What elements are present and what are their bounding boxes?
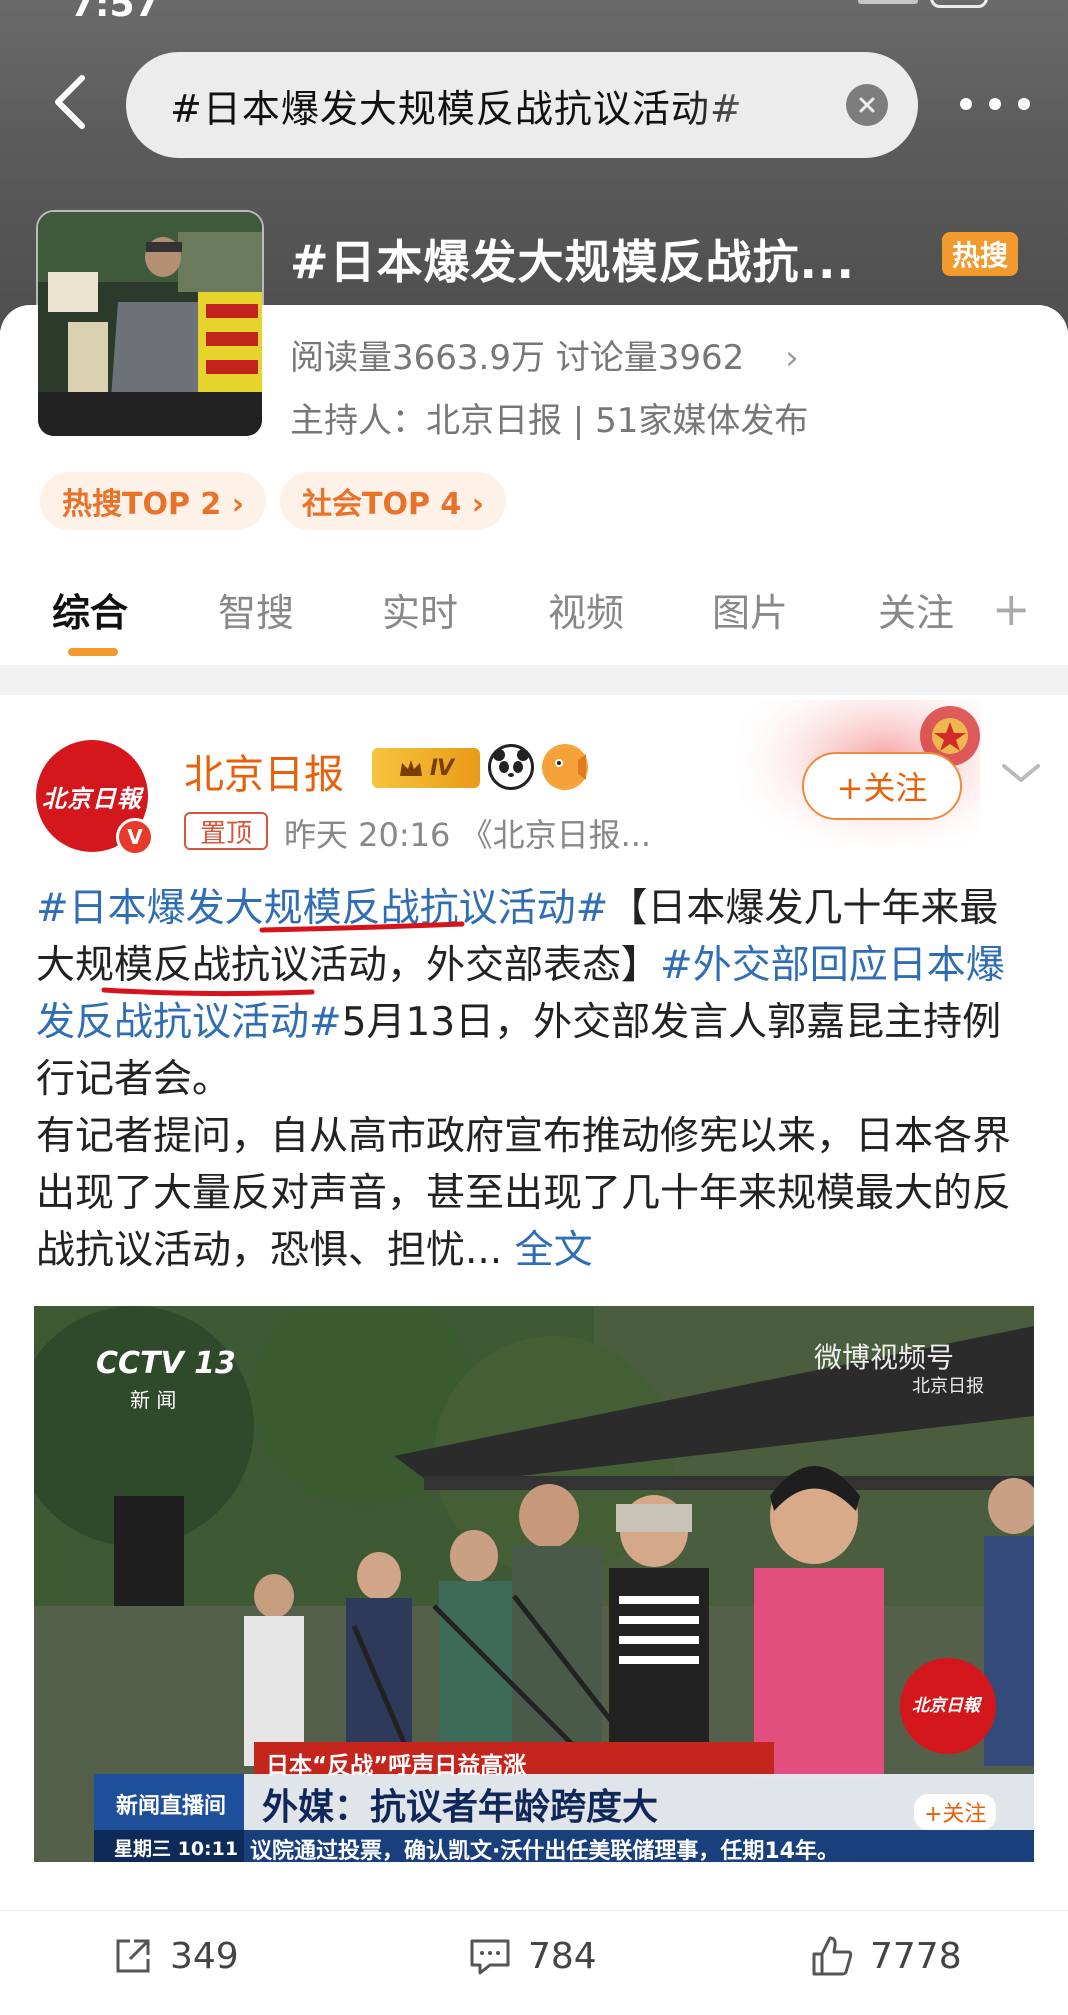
cctv-channel-logo: CCTV 13 [96, 1346, 236, 1381]
repost-button[interactable]: 349 [112, 1931, 239, 1981]
fish-icon [545, 747, 586, 787]
status-bar: 7:57 [0, 0, 1068, 25]
dot-icon [960, 98, 972, 110]
news-headline: 外媒：抗议者年龄跨度大 [262, 1787, 659, 1828]
news-ticker: 议院通过投票，确认凯文·沃什出任美联储理事，任期14年。 [250, 1839, 839, 1862]
hot-search-badge: 热搜 [942, 232, 1018, 276]
topic-stats-text: 阅读量3663.9万 讨论量3962 [290, 338, 745, 378]
more-options-button[interactable] [960, 84, 1030, 124]
hashtag-link[interactable]: #日本爆发大规模反战抗议活动# [36, 886, 608, 931]
author-name[interactable]: 北京日报 [184, 742, 344, 800]
comment-icon [468, 1935, 512, 1977]
tab-smart-search[interactable]: 智搜 [218, 582, 294, 637]
status-indicators [858, 0, 988, 10]
broadcast-time: 星期三 10:11 [114, 1838, 239, 1860]
panda-face-icon [493, 749, 529, 777]
search-bar[interactable]: #日本爆发大规模反战抗议活动# [126, 52, 918, 158]
protest-photo-image [38, 212, 262, 436]
thumbs-up-icon [810, 1934, 854, 1978]
hot-search-rank-chip[interactable]: 热搜TOP 2 › [40, 472, 267, 530]
follow-button[interactable]: +关注 [802, 752, 962, 820]
repost-count: 349 [170, 1935, 239, 1977]
program-name: 新闻直播间 [116, 1794, 227, 1819]
panda-badge-icon [488, 744, 534, 790]
topic-title: #日本爆发大规模反战抗... [290, 235, 855, 289]
tab-following[interactable]: 关注 [878, 582, 954, 637]
share-icon [112, 1935, 154, 1977]
level-text: Ⅳ [429, 755, 455, 781]
chevron-right-icon: › [785, 338, 799, 378]
expand-full-text-link[interactable]: 全文 [515, 1228, 593, 1273]
comment-count: 784 [528, 1935, 597, 1977]
dot-icon [989, 98, 1001, 110]
fish-badge-icon [542, 744, 588, 790]
crown-icon [399, 760, 422, 776]
close-icon [859, 97, 875, 113]
avatar-logo-text: 北京日報 [42, 783, 142, 813]
verified-badge-icon: V [116, 818, 154, 856]
tab-images[interactable]: 图片 [712, 582, 788, 637]
society-rank-chip[interactable]: 社会TOP 4 › [280, 472, 507, 530]
dot-icon [1018, 98, 1030, 110]
cctv-channel-sub: 新 闻 [130, 1388, 177, 1412]
post-action-bar: 349 784 7778 [0, 1910, 1068, 2000]
video-player[interactable]: CCTV 13 新 闻 微博视频号 北京日报 日本“反战”呼声日益高涨 新闻直播… [34, 1306, 1034, 1862]
status-time: 7:57 [70, 0, 160, 25]
signal-icon [858, 0, 918, 4]
back-button[interactable] [40, 72, 100, 132]
tab-realtime[interactable]: 实时 [382, 582, 458, 637]
comment-button[interactable]: 784 [468, 1931, 597, 1981]
like-button[interactable]: 7778 [810, 1931, 962, 1981]
tab-bar: 综合 智搜 实时 视频 图片 关注 + [0, 570, 1068, 660]
video-avatar-logo: 北京日報 [912, 1696, 980, 1716]
add-tab-icon[interactable]: + [992, 582, 1031, 636]
post-paragraph-1: #日本爆发大规模反战抗议活动#【日本爆发几十年来最大规模反战抗议活动，外交部表态… [36, 880, 1036, 1108]
post-options-button[interactable] [996, 758, 1046, 788]
post-paragraph-2: 有记者提问，自从高市政府宣布推动修宪以来，日本各界出现了大量反对声音，甚至出现了… [36, 1108, 1036, 1279]
search-input[interactable]: #日本爆发大规模反战抗议活动# [170, 78, 810, 133]
pinned-badge: 置顶 [184, 812, 268, 850]
like-count: 7778 [870, 1935, 962, 1977]
news-headline-tag: 日本“反战”呼声日益高涨 [266, 1753, 527, 1779]
battery-icon [930, 0, 988, 8]
tab-comprehensive[interactable]: 综合 [52, 582, 128, 637]
post-meta: 昨天 20:16 《北京日报... [284, 816, 652, 854]
tab-video[interactable]: 视频 [548, 582, 624, 637]
active-tab-indicator [68, 648, 118, 656]
clear-search-button[interactable] [846, 84, 888, 126]
post-text: #日本爆发大规模反战抗议活动#【日本爆发几十年来最大规模反战抗议活动，外交部表态… [36, 880, 1036, 1279]
crown-level-badge: Ⅳ [372, 748, 480, 788]
topic-thumbnail[interactable] [36, 210, 264, 438]
video-follow-button[interactable]: +关注 [914, 1794, 997, 1830]
topic-host: 主持人：北京日报 | 51家媒体发布 [290, 401, 809, 441]
weibo-video-watermark: 微博视频号 [814, 1341, 955, 1374]
watermark-source: 北京日报 [912, 1376, 984, 1397]
back-arrow-icon [55, 75, 85, 129]
chevron-down-icon [1002, 764, 1040, 782]
topic-stats[interactable]: 阅读量3663.9万 讨论量3962 › [290, 330, 799, 379]
